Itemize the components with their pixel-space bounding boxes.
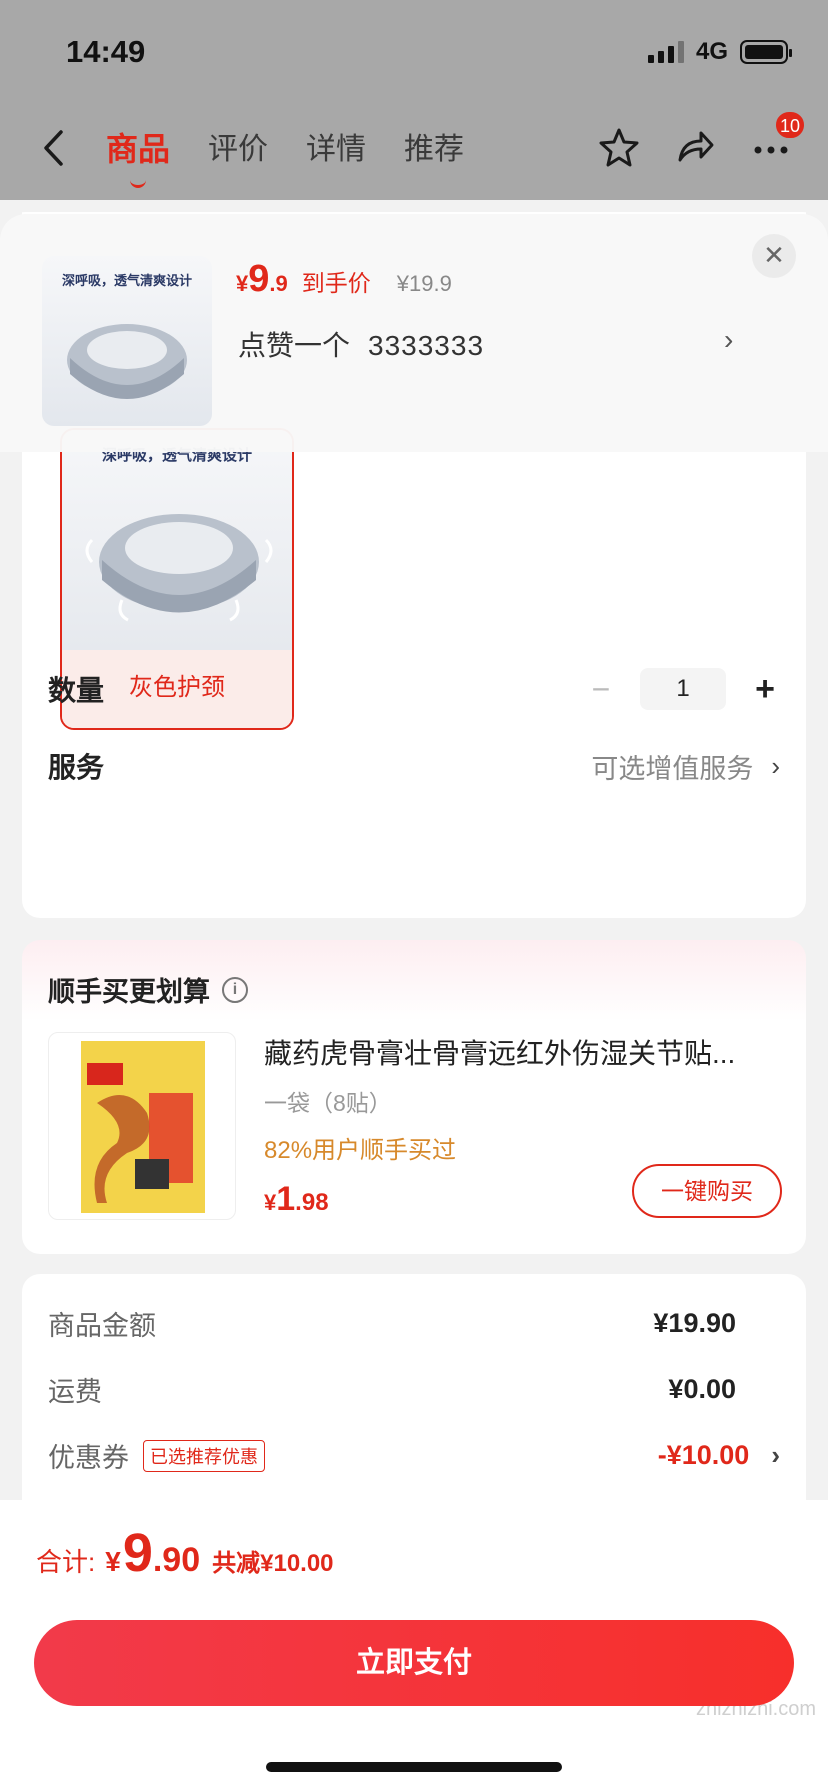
quantity-label: 数量 (48, 675, 105, 706)
total-currency: ¥ (105, 1546, 121, 1577)
total-integer: 9 (122, 1523, 153, 1583)
tab-recommend[interactable]: 推荐 (404, 124, 464, 170)
promo-price-decimal: .9 (269, 271, 288, 296)
promo-like-number: 3333333 (368, 330, 485, 361)
summary-value: ¥19.90 (653, 1308, 736, 1338)
summary-label: 优惠券 (48, 1443, 129, 1473)
bundle-price: ¥1.98 (264, 1180, 329, 1219)
promo-like-label: 点赞一个 (238, 330, 351, 361)
service-label: 服务 (48, 752, 105, 783)
one-click-buy-button[interactable]: 一键购买 (632, 1164, 782, 1218)
pay-now-button[interactable]: 立即支付 (34, 1620, 794, 1706)
status-indicators: 4G (647, 38, 792, 66)
increase-button[interactable]: + (750, 670, 780, 709)
total-label: 合计: (36, 1547, 96, 1577)
close-button[interactable]: ✕ (752, 234, 796, 278)
bundle-product-image[interactable] (48, 1032, 236, 1220)
signal-icon (647, 41, 684, 63)
chevron-right-icon[interactable]: › (724, 324, 733, 356)
sku-option-image: 深呼吸，透气清爽设计 (62, 430, 292, 650)
plaster-package-illustration (81, 1041, 205, 1213)
share-icon[interactable] (674, 126, 716, 168)
bundle-section: 顺手买更划算 i 藏药虎骨膏壮骨膏远红外伤湿关节贴... 一袋（8贴） 82%用… (22, 940, 806, 1254)
promo-original-price: ¥19.9 (396, 271, 452, 296)
summary-label: 商品金额 (48, 1311, 156, 1341)
coupon-value-group: -¥10.00 › (658, 1440, 780, 1471)
quantity-input[interactable]: 1 (640, 668, 726, 710)
service-row[interactable]: 服务 可选增值服务 › (48, 746, 780, 786)
summary-value: -¥10.00 (657, 1440, 750, 1470)
service-value-text: 可选增值服务 (591, 753, 754, 784)
summary-row-shipping: 运费 ¥0.00 (48, 1370, 780, 1409)
bundle-product-spec: 一袋（8贴） (264, 1090, 392, 1116)
promo-price-tag: 到手价 (301, 270, 371, 296)
battery-icon (740, 40, 792, 64)
more-button[interactable]: 10 (750, 110, 806, 168)
bundle-price-currency: ¥ (264, 1190, 277, 1215)
bundle-title-text: 顺手买更划算 (48, 977, 210, 1007)
tab-product[interactable]: 商品 (106, 124, 170, 188)
bundle-product-name[interactable]: 藏药虎骨膏壮骨膏远红外伤湿关节贴... (264, 1032, 784, 1072)
bundle-price-integer: 1 (276, 1180, 296, 1218)
tab-bar: 商品 评价 详情 推荐 (106, 124, 464, 188)
checkout-footer: 合计: ¥ 9 .90 共减¥10.00 zhizhizhi.com 立即支付 (0, 1500, 828, 1792)
neck-brace-thumbnail (67, 324, 187, 399)
order-summary: 商品金额 ¥19.90 运费 ¥0.00 优惠券 已选推荐优惠 -¥10.00 … (22, 1274, 806, 1504)
promo-price-currency: ¥ (236, 271, 249, 296)
quantity-row: 数量 − 1 + (48, 668, 780, 710)
bundle-price-decimal: .98 (295, 1189, 329, 1216)
total-decimal: .90 (152, 1541, 201, 1579)
chevron-right-icon: › (771, 750, 780, 781)
chevron-right-icon: › (771, 1440, 780, 1470)
star-icon[interactable] (598, 126, 640, 168)
bundle-title: 顺手买更划算 i (48, 970, 248, 1009)
info-icon[interactable]: i (222, 976, 248, 1003)
tab-reviews[interactable]: 评价 (208, 124, 268, 170)
total-amount: 合计: ¥ 9 .90 共减¥10.00 (36, 1522, 334, 1584)
service-value: 可选增值服务 › (591, 747, 780, 786)
summary-row-goods: 商品金额 ¥19.90 (48, 1304, 780, 1343)
decrease-button[interactable]: − (586, 671, 616, 708)
promo-price-integer: 9 (248, 258, 270, 300)
promo-header: 深呼吸，透气清爽设计 ¥ 9 .9 到手价 ¥19.9 点赞一个 3333333 … (0, 214, 828, 452)
notification-badge: 10 (774, 110, 806, 140)
coupon-tag: 已选推荐优惠 (143, 1439, 265, 1472)
status-time: 14:49 (66, 34, 146, 69)
top-navigation: 商品 评价 详情 推荐 10 (0, 100, 828, 200)
neck-brace-illustration (85, 514, 273, 622)
home-indicator (266, 1762, 562, 1772)
nav-actions: 10 (598, 110, 806, 168)
summary-value: ¥0.00 (668, 1374, 736, 1404)
status-bar: 14:49 4G (0, 0, 828, 100)
summary-row-coupon[interactable]: 优惠券 已选推荐优惠 -¥10.00 › (48, 1436, 780, 1475)
tab-details[interactable]: 详情 (306, 124, 366, 170)
total-saved: 共减¥10.00 (212, 1550, 334, 1577)
promo-product-image[interactable]: 深呼吸，透气清爽设计 (42, 256, 212, 426)
quantity-stepper: − 1 + (586, 668, 780, 710)
close-icon: ✕ (763, 240, 785, 270)
coupon-label-group: 优惠券 已选推荐优惠 (48, 1436, 265, 1475)
promo-like-row[interactable]: 点赞一个 3333333 (238, 324, 484, 364)
promo-price: ¥ 9 .9 到手价 ¥19.9 (236, 258, 452, 301)
bundle-purchase-rate: 82%用户顺手买过 (264, 1137, 457, 1164)
back-icon[interactable] (40, 128, 66, 168)
summary-label: 运费 (48, 1377, 102, 1407)
network-label: 4G (695, 38, 728, 65)
